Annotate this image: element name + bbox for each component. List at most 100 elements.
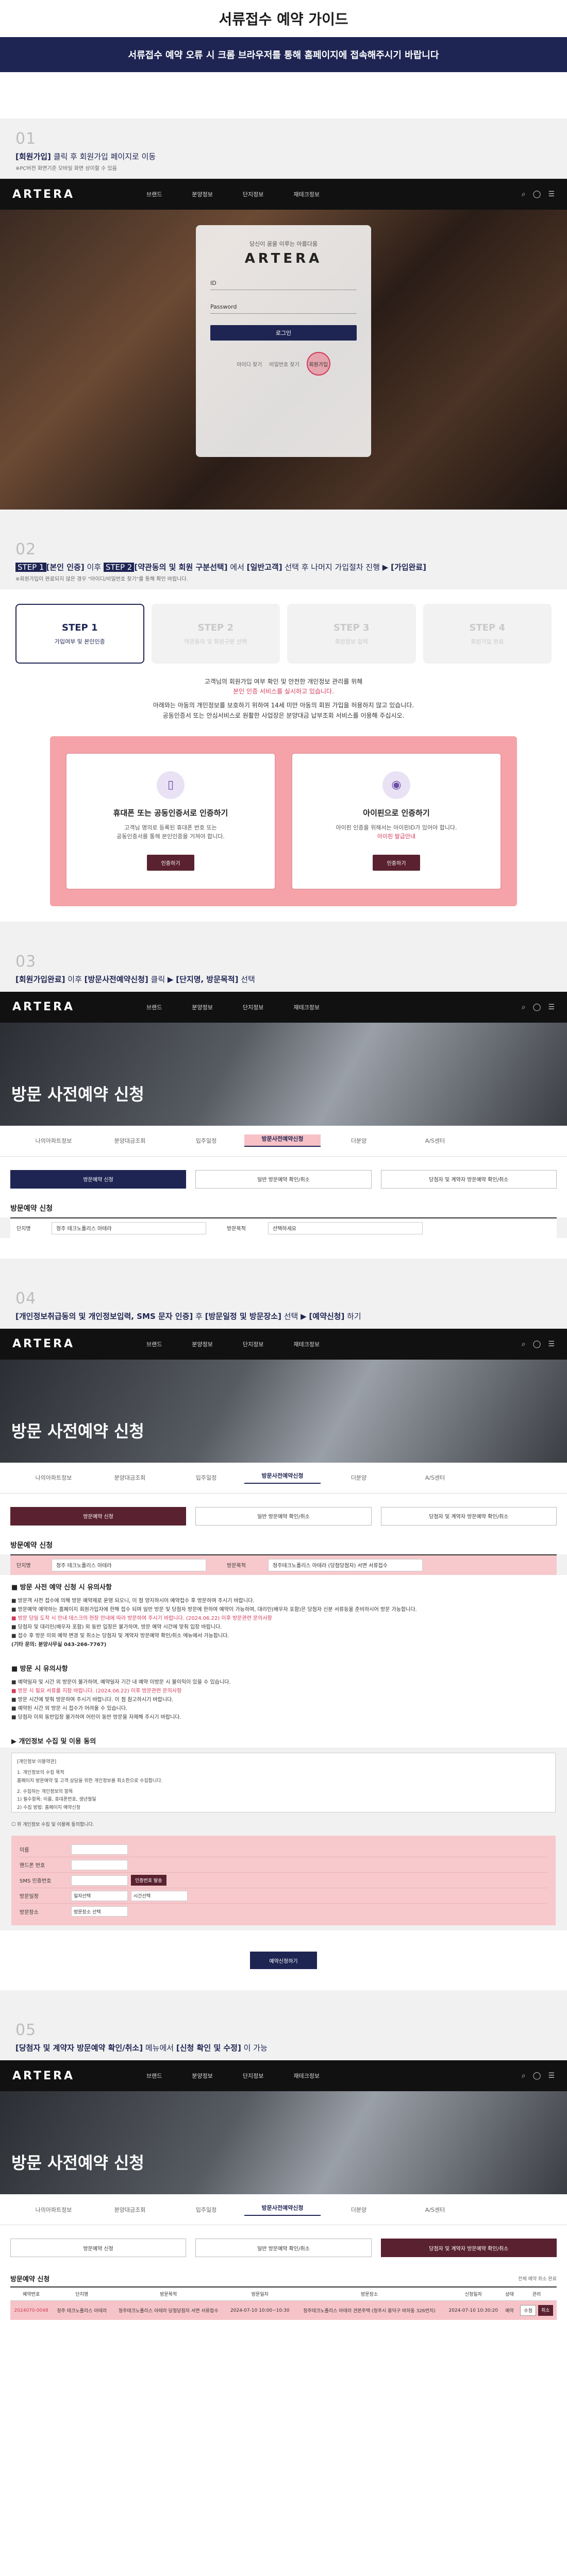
find-password-link[interactable]: 비밀번호 찾기 — [269, 360, 299, 368]
site-logo[interactable]: ARTERA — [12, 188, 146, 201]
section-number: 04 — [15, 1289, 37, 1308]
table-filter[interactable]: 전체 예약 취소 완료 — [518, 2275, 557, 2282]
agree-row[interactable]: ☐ 위 개인정보 수집 및 이용에 동의합니다. — [11, 1818, 556, 1831]
purpose-select[interactable]: 청주테크노폴리스 아테라 (당첨당첨자) 서면 서류접수 — [268, 1558, 423, 1571]
nav-item[interactable]: 단지정보 — [243, 1340, 263, 1348]
tab-more[interactable]: 더분양 — [321, 2206, 397, 2214]
subtab-general-check[interactable]: 일반 방문예약 확인/취소 — [195, 1170, 372, 1189]
time-select[interactable]: 시간선택 — [131, 1890, 188, 1901]
search-icon[interactable]: ⌕ — [522, 1340, 526, 1348]
subtab-apply[interactable]: 방문예약 신청 — [10, 2239, 187, 2258]
subtab-general-check[interactable]: 일반 방문예약 확인/취소 — [195, 2239, 372, 2258]
tab-as-center[interactable]: A/S센터 — [397, 1473, 473, 1482]
consent-box[interactable]: [개인정보 이용약관] 1. 개인정보의 수집 목적 홈페이지 방문예약 및 고… — [11, 1753, 556, 1813]
nav-item[interactable]: 분양정보 — [192, 1340, 212, 1348]
hero-title: 방문 사전예약 신청 — [11, 1421, 144, 1441]
nav-item[interactable]: 재테크정보 — [293, 190, 320, 198]
tab-visit-reservation[interactable]: 방문사전예약신청 — [244, 2204, 321, 2216]
login-button[interactable]: 로그인 — [210, 325, 357, 341]
table-cell[interactable]: 2024070-0048 — [10, 2300, 53, 2320]
main-nav: 브랜드 분양정보 단지정보 재테크정보 — [146, 1003, 522, 1011]
menu-icon[interactable]: ☰ — [548, 190, 555, 198]
tab-more[interactable]: 더분양 — [321, 1137, 397, 1145]
cert-button[interactable]: 인증하기 — [146, 854, 195, 871]
menu-icon[interactable]: ☰ — [548, 1340, 555, 1348]
site-logo[interactable]: ARTERA — [12, 2070, 146, 2082]
nav-item[interactable]: 브랜드 — [146, 1340, 162, 1348]
user-icon[interactable]: ◯ — [533, 1340, 541, 1348]
site-header: ARTERA 브랜드 분양정보 단지정보 재테크정보 ⌕ ◯ ☰ — [0, 2060, 567, 2092]
tab-as-center[interactable]: A/S센터 — [397, 2206, 473, 2214]
nav-item[interactable]: 브랜드 — [146, 2072, 162, 2080]
nav-item[interactable]: 단지정보 — [243, 1003, 263, 1011]
menu-icon[interactable]: ☰ — [548, 2072, 555, 2080]
search-icon[interactable]: ⌕ — [522, 1003, 526, 1011]
ipin-guide-link[interactable]: 아이핀 발급안내 — [336, 832, 457, 841]
notice-heading: ■ 방문 시 유의사항 — [11, 1665, 68, 1673]
instruction-highlight: [일반고객] — [246, 563, 282, 572]
join-link[interactable]: 회원가입 — [306, 352, 330, 376]
nav-item[interactable]: 재테크정보 — [293, 2072, 320, 2080]
subtab-winner-check[interactable]: 당첨자 및 계약자 방문예약 확인/취소 — [380, 2239, 557, 2258]
tab-visit-reservation[interactable]: 방문사전예약신청 — [244, 1134, 321, 1147]
purpose-select[interactable]: 선택하세요 — [268, 1222, 423, 1234]
tab-visit-reservation[interactable]: 방문사전예약신청 — [244, 1471, 321, 1484]
nav-item[interactable]: 재테크정보 — [293, 1003, 320, 1011]
complex-select[interactable]: 청주 테크노폴리스 아테라 — [52, 1558, 206, 1571]
nav-item[interactable]: 분양정보 — [192, 190, 212, 198]
edit-button[interactable]: 수정 — [520, 2305, 536, 2316]
instruction-highlight: [가입완료] — [391, 563, 427, 572]
name-input[interactable] — [71, 1844, 128, 1855]
nav-item[interactable]: 분양정보 — [192, 1003, 212, 1011]
consent-line: 1. 개인정보의 수집 목적 — [17, 1770, 64, 1776]
nav-item[interactable]: 브랜드 — [146, 190, 162, 198]
phone-input[interactable] — [71, 1859, 128, 1870]
tab-payment[interactable]: 분양대금조회 — [92, 2206, 168, 2214]
subtab-apply[interactable]: 방문예약 신청 — [10, 1170, 187, 1189]
tab-schedule[interactable]: 입주일정 — [168, 2206, 244, 2214]
tab-payment[interactable]: 분양대금조회 — [92, 1137, 168, 1145]
tab-my-apartment[interactable]: 나의아파트정보 — [15, 1137, 92, 1145]
tab-my-apartment[interactable]: 나의아파트정보 — [15, 1473, 92, 1482]
cert-button[interactable]: 인증하기 — [372, 854, 421, 871]
menu-icon[interactable]: ☰ — [548, 1003, 555, 1011]
sub-nav-tabs: 나의아파트정보 분양대금조회 입주일정 방문사전예약신청 더분양 A/S센터 — [0, 1125, 567, 1157]
nav-item[interactable]: 단지정보 — [243, 2072, 263, 2080]
sub-nav-tabs: 나의아파트정보 분양대금조회 입주일정 방문사전예약신청 더분양 A/S센터 — [0, 1462, 567, 1494]
subtab-apply[interactable]: 방문예약 신청 — [10, 1506, 187, 1526]
user-icon[interactable]: ◯ — [533, 190, 541, 198]
step-3: STEP 3 회원정보 입력 — [287, 604, 416, 664]
user-icon[interactable]: ◯ — [533, 2072, 541, 2080]
tab-my-apartment[interactable]: 나의아파트정보 — [15, 2206, 92, 2214]
cancel-button[interactable]: 취소 — [538, 2305, 553, 2316]
user-icon[interactable]: ◯ — [533, 1003, 541, 1011]
subtab-winner-check[interactable]: 당첨자 및 계약자 방문예약 확인/취소 — [380, 1170, 557, 1189]
find-id-link[interactable]: 아이디 찾기 — [237, 360, 262, 368]
complex-select[interactable]: 청주 테크노폴리스 아테라 — [52, 1222, 206, 1234]
date-select[interactable]: 일자선택 — [71, 1890, 128, 1901]
tab-as-center[interactable]: A/S센터 — [397, 1137, 473, 1145]
consent-line: [개인정보 이용약관] — [17, 1759, 57, 1765]
site-logo[interactable]: ARTERA — [12, 1337, 146, 1350]
site-logo[interactable]: ARTERA — [12, 1001, 146, 1013]
reservation-subtabs: 방문예약 신청 일반 방문예약 확인/취소 당첨자 및 계약자 방문예약 확인/… — [0, 2225, 567, 2268]
tab-payment[interactable]: 분양대금조회 — [92, 1473, 168, 1482]
subtab-winner-check[interactable]: 당첨자 및 계약자 방문예약 확인/취소 — [380, 1506, 557, 1526]
place-select[interactable]: 방문장소 선택 — [71, 1906, 128, 1917]
tab-schedule[interactable]: 입주일정 — [168, 1473, 244, 1482]
id-field[interactable]: ID — [210, 280, 357, 290]
sms-send-button[interactable]: 인증번호 발송 — [131, 1875, 166, 1886]
password-field[interactable]: Password — [210, 303, 357, 314]
tab-schedule[interactable]: 입주일정 — [168, 1137, 244, 1145]
sms-input[interactable] — [71, 1875, 128, 1886]
instruction-text: 클릭 후 회원가입 페이지로 이동 — [51, 152, 156, 161]
nav-item[interactable]: 재테크정보 — [293, 1340, 320, 1348]
search-icon[interactable]: ⌕ — [522, 190, 526, 198]
nav-item[interactable]: 브랜드 — [146, 1003, 162, 1011]
subtab-general-check[interactable]: 일반 방문예약 확인/취소 — [195, 1506, 372, 1526]
tab-more[interactable]: 더분양 — [321, 1473, 397, 1482]
search-icon[interactable]: ⌕ — [522, 2072, 526, 2080]
submit-button[interactable]: 예약신청하기 — [250, 1952, 317, 1970]
nav-item[interactable]: 단지정보 — [243, 190, 263, 198]
nav-item[interactable]: 분양정보 — [192, 2072, 212, 2080]
